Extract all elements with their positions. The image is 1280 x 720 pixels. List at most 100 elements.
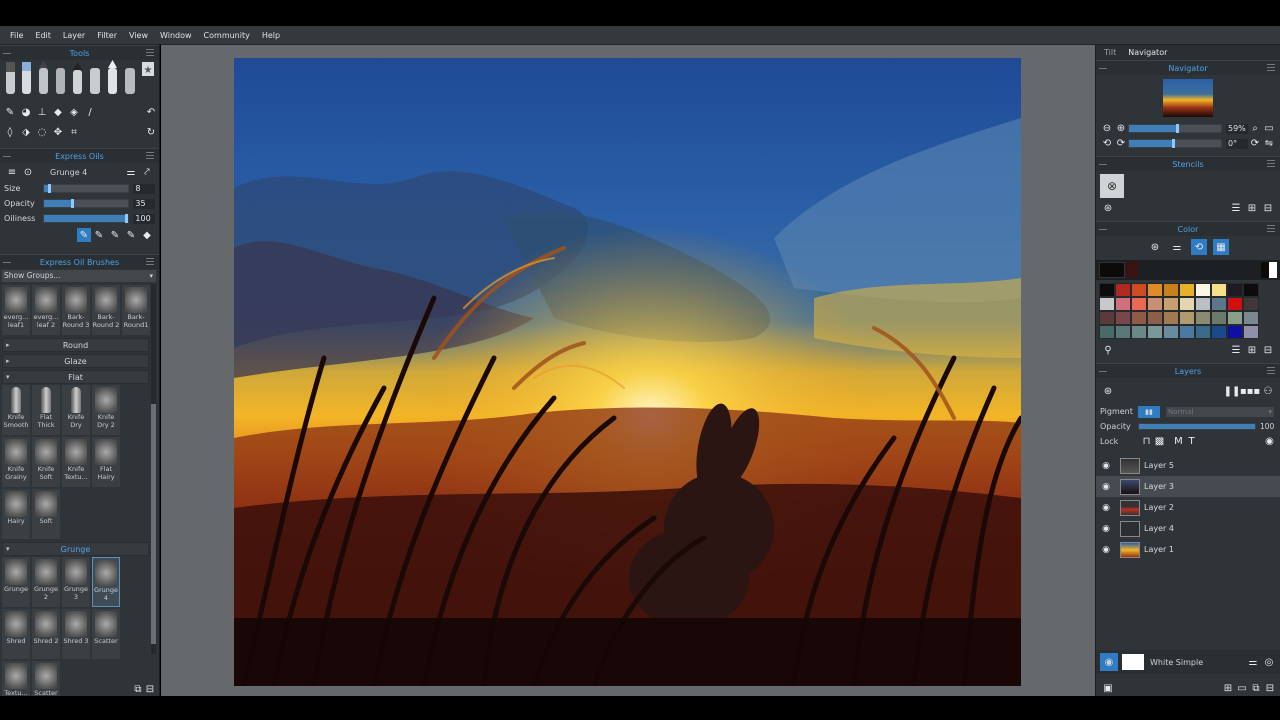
menu-view[interactable]: View bbox=[123, 31, 154, 40]
brush-preset[interactable]: Grunge bbox=[2, 557, 30, 607]
lock-alpha-icon[interactable]: ▩ bbox=[1153, 434, 1166, 450]
palette-swatch[interactable] bbox=[1179, 283, 1195, 297]
zoom-in-icon[interactable]: ⊕ bbox=[1114, 121, 1128, 137]
canvas-area[interactable] bbox=[161, 45, 1095, 696]
palette-swatch[interactable] bbox=[1099, 311, 1115, 325]
redo-icon[interactable]: ↻ bbox=[143, 124, 159, 140]
brush-scrollbar[interactable] bbox=[151, 284, 156, 654]
rotation-value[interactable]: 0° bbox=[1226, 138, 1248, 149]
eye-icon[interactable]: ◉ bbox=[1100, 481, 1112, 493]
palette-swatch[interactable] bbox=[1243, 325, 1259, 339]
navigator-menu-icon[interactable] bbox=[1267, 64, 1275, 71]
color-history-icon[interactable]: ⟲ bbox=[1191, 239, 1207, 255]
palette-swatch[interactable] bbox=[1227, 283, 1243, 297]
palette-swatch[interactable] bbox=[1243, 283, 1259, 297]
palette-swatch[interactable] bbox=[1147, 283, 1163, 297]
layer-row[interactable]: ◉ Layer 4 bbox=[1096, 518, 1280, 539]
paper-thumbnail[interactable] bbox=[1122, 654, 1144, 670]
brush-preset[interactable]: Hairy bbox=[2, 489, 30, 539]
brush-preset[interactable]: Flat Thick bbox=[32, 385, 60, 435]
eye-icon[interactable]: ◉ bbox=[1100, 460, 1112, 472]
recent-color-1[interactable] bbox=[1099, 262, 1125, 278]
tools-menu-icon[interactable] bbox=[146, 49, 154, 56]
eye-icon[interactable]: ◉ bbox=[1263, 434, 1276, 450]
brush-preset[interactable]: Bark-Round 3 bbox=[62, 285, 90, 335]
palette-swatch[interactable] bbox=[1147, 297, 1163, 311]
palette-swatch[interactable] bbox=[1211, 311, 1227, 325]
brush-preset[interactable]: Grunge 2 bbox=[32, 557, 60, 607]
zoom-fit-icon[interactable]: ⌕ bbox=[1248, 121, 1262, 137]
brush-preset[interactable]: everg... leaf 2 bbox=[32, 285, 60, 335]
brush-preset[interactable]: Grunge 4 bbox=[92, 557, 120, 607]
pigment-toggle[interactable]: ▮▮ bbox=[1138, 405, 1160, 418]
palette-remove-icon[interactable]: ⊟ bbox=[1260, 342, 1276, 358]
layer-opacity-value[interactable]: 100 bbox=[1260, 422, 1274, 431]
palette-swatch[interactable] bbox=[1195, 311, 1211, 325]
smudge-icon[interactable]: ◕ bbox=[18, 104, 34, 120]
palette-swatch[interactable] bbox=[1227, 325, 1243, 339]
minimize-icon[interactable]: ⊟ bbox=[144, 681, 156, 697]
brush-preset[interactable]: Grunge 3 bbox=[62, 557, 90, 607]
menu-community[interactable]: Community bbox=[198, 31, 256, 40]
slider-knob[interactable] bbox=[47, 184, 51, 193]
palette-swatch[interactable] bbox=[1195, 283, 1211, 297]
layer-visibility-toggle-icon[interactable]: ⊛ bbox=[1100, 383, 1116, 399]
palette-swatch[interactable] bbox=[1147, 311, 1163, 325]
stamp-icon[interactable]: ⊥ bbox=[34, 104, 50, 120]
group-glaze[interactable]: ▸ Glaze bbox=[2, 354, 149, 368]
lock-transform-icon[interactable]: T bbox=[1185, 434, 1198, 450]
layer-row[interactable]: ◉ Layer 1 bbox=[1096, 539, 1280, 560]
layer-row[interactable]: ◉ Layer 5 bbox=[1096, 455, 1280, 476]
secondary-color-swatch[interactable] bbox=[1269, 262, 1277, 278]
tab-tilt[interactable]: Tilt bbox=[1104, 48, 1116, 57]
new-layer-icon[interactable]: ⊞ bbox=[1221, 680, 1235, 696]
brush-list-icon[interactable]: ≡ bbox=[4, 164, 20, 180]
blend-mode-icon[interactable]: ✎ bbox=[91, 227, 107, 243]
palette-swatch[interactable] bbox=[1179, 297, 1195, 311]
brush-preset[interactable]: Bark-Round 2 bbox=[92, 285, 120, 335]
menu-filter[interactable]: Filter bbox=[91, 31, 123, 40]
brush-preset[interactable]: Shred bbox=[2, 609, 30, 659]
color-palette-icon[interactable]: ▦ bbox=[1213, 239, 1229, 255]
stencils-menu-icon[interactable] bbox=[1267, 160, 1275, 167]
primary-color-swatch[interactable] bbox=[1261, 262, 1269, 278]
brush-preset[interactable]: Shred 2 bbox=[32, 609, 60, 659]
opacity-slider[interactable] bbox=[43, 199, 130, 208]
pause-icon[interactable]: ❚❚ bbox=[1224, 383, 1241, 399]
layer-options-icon[interactable]: ▪▪▪ bbox=[1240, 383, 1260, 399]
brush-settings-icon[interactable]: ⚌ bbox=[123, 164, 139, 180]
stencil-visibility-icon[interactable]: ⊛ bbox=[1100, 200, 1116, 216]
palette-swatch[interactable] bbox=[1163, 325, 1179, 339]
paper-visibility-icon[interactable]: ◉ bbox=[1100, 653, 1118, 671]
blend-mode-select[interactable]: Normal ▾ bbox=[1166, 406, 1274, 417]
rotate-left-icon[interactable]: ⟲ bbox=[1100, 136, 1114, 152]
stencil-add-icon[interactable]: ⊞ bbox=[1244, 200, 1260, 216]
express-oils-menu-icon[interactable] bbox=[146, 152, 154, 159]
undo-icon[interactable]: ↶ bbox=[143, 104, 159, 120]
dry-mode-icon[interactable]: ✎ bbox=[123, 227, 139, 243]
palette-pick-icon[interactable]: ⚲ bbox=[1100, 342, 1116, 358]
menu-layer[interactable]: Layer bbox=[57, 31, 91, 40]
move-icon[interactable]: ✥ bbox=[50, 124, 66, 140]
stencil-thumbnail[interactable]: ⊗ bbox=[1100, 174, 1124, 198]
zoom-value[interactable]: 59% bbox=[1226, 123, 1248, 134]
brush-preset[interactable]: everg... leaf1 bbox=[2, 285, 30, 335]
brushes-menu-icon[interactable] bbox=[146, 258, 154, 265]
tab-navigator[interactable]: Navigator bbox=[1128, 48, 1167, 57]
stencil-list-icon[interactable]: ☰ bbox=[1228, 200, 1244, 216]
lock-move-icon[interactable]: M bbox=[1172, 434, 1185, 450]
palette-swatch[interactable] bbox=[1163, 311, 1179, 325]
palette-swatch[interactable] bbox=[1147, 325, 1163, 339]
color-menu-icon[interactable] bbox=[1267, 225, 1275, 232]
brush-preset[interactable]: Soft bbox=[32, 489, 60, 539]
palette-swatch[interactable] bbox=[1099, 283, 1115, 297]
brush-preset[interactable]: Bark-Round1 bbox=[122, 285, 150, 335]
brush-tools-icon[interactable]: ★ bbox=[2, 60, 157, 100]
lasso-icon[interactable]: ◌ bbox=[34, 124, 50, 140]
duplicate-layer-icon[interactable]: ⧉ bbox=[1249, 680, 1263, 696]
zoom-out-icon[interactable]: ⊖ bbox=[1100, 121, 1114, 137]
navigator-thumbnail[interactable] bbox=[1163, 79, 1213, 117]
delete-layer-icon[interactable]: ⊟ bbox=[1263, 680, 1277, 696]
eye-icon[interactable]: ◉ bbox=[1100, 523, 1112, 535]
brush-preset[interactable]: Flat Hairy bbox=[92, 437, 120, 487]
